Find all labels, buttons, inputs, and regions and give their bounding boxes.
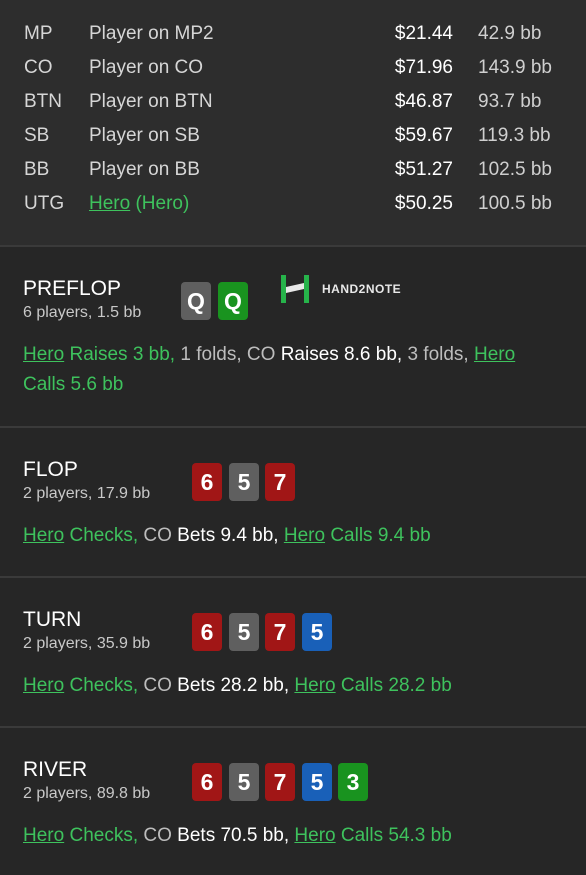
- action-text: Bets 70.5 bb,: [171, 825, 290, 846]
- player-row-sb: SB Player on SB $59.67 119.3 bb: [0, 122, 586, 156]
- player-stack-bb: 102.5 bb: [478, 159, 552, 180]
- player-row-btn: BTN Player on BTN $46.87 93.7 bb: [0, 88, 586, 122]
- street-subtitle: 2 players, 17.9 bb: [23, 485, 151, 502]
- street-actions: Hero Checks, CO Bets 28.2 bb, Hero Calls…: [23, 671, 563, 701]
- player-stack-bb: 100.5 bb: [478, 193, 552, 214]
- street-river: RIVER 2 players, 89.8 bb 6 5 7 5 3 Hero …: [0, 728, 586, 873]
- card-7: 7: [265, 463, 295, 501]
- street-actions: Hero Raises 3 bb, 1 folds, CO Raises 8.6…: [23, 340, 563, 400]
- player-position: BB: [24, 159, 50, 180]
- card-q: Q: [218, 282, 248, 320]
- player-name: Player on BTN: [89, 91, 213, 112]
- hero-suffix: (Hero): [130, 193, 190, 214]
- action-text: Raises 8.6 bb,: [275, 344, 403, 365]
- card-5: 5: [229, 463, 259, 501]
- street-actions: Hero Checks, CO Bets 70.5 bb, Hero Calls…: [23, 821, 563, 851]
- player-name: Player on CO: [89, 57, 204, 78]
- player-stack: $21.44: [394, 23, 453, 44]
- player-stack: $51.27: [394, 159, 453, 180]
- player-name: Player on BB: [89, 159, 200, 180]
- street-title: FLOP: [23, 458, 78, 481]
- street-actions: Hero Checks, CO Bets 9.4 bb, Hero Calls …: [23, 521, 563, 551]
- street-title: TURN: [23, 608, 82, 631]
- player-row-bb: BB Player on BB $51.27 102.5 bb: [0, 156, 586, 190]
- action-text: Checks,: [64, 675, 139, 696]
- hero-link[interactable]: Hero: [294, 825, 335, 846]
- player-ref-co: CO: [241, 344, 276, 365]
- hero-link[interactable]: Hero: [23, 675, 64, 696]
- player-stack-bb: 119.3 bb: [478, 125, 551, 146]
- action-text: 3 folds,: [402, 344, 469, 365]
- players-panel: MP Player on MP2 $21.44 42.9 bb CO Playe…: [0, 0, 586, 247]
- player-stack-bb: 143.9 bb: [478, 57, 552, 78]
- player-position: MP: [24, 23, 53, 44]
- card-6: 6: [192, 463, 222, 501]
- hero-link[interactable]: Hero: [474, 344, 515, 365]
- player-row-mp: MP Player on MP2 $21.44 42.9 bb: [0, 20, 586, 54]
- hero-link[interactable]: Hero: [23, 344, 64, 365]
- player-ref-co: CO: [138, 825, 172, 846]
- street-preflop: PREFLOP 6 players, 1.5 bb Q Q HAND2NOTE …: [0, 247, 586, 428]
- player-stack: $50.25: [394, 193, 453, 214]
- hero-link[interactable]: Hero: [294, 675, 335, 696]
- action-text: Bets 28.2 bb,: [171, 675, 290, 696]
- street-turn: TURN 2 players, 35.9 bb 6 5 7 5 Hero Che…: [0, 578, 586, 728]
- player-row-utg-hero: UTG Hero (Hero) $50.25 100.5 bb: [0, 190, 586, 224]
- card-3: 3: [338, 763, 368, 801]
- action-text: 1 folds,: [175, 344, 242, 365]
- street-subtitle: 6 players, 1.5 bb: [23, 304, 142, 321]
- hand2note-logo-icon: [281, 275, 309, 303]
- street-title: PREFLOP: [23, 277, 122, 300]
- player-position: UTG: [24, 193, 65, 214]
- action-text: Calls 5.6 bb: [23, 374, 124, 395]
- player-ref-co: CO: [138, 675, 172, 696]
- player-stack: $59.67: [394, 125, 453, 146]
- street-title: RIVER: [23, 758, 88, 781]
- player-stack: $71.96: [394, 57, 453, 78]
- player-stack-bb: 93.7 bb: [478, 91, 542, 112]
- player-name: Player on SB: [89, 125, 200, 146]
- player-stack: $46.87: [394, 91, 453, 112]
- street-subtitle: 2 players, 89.8 bb: [23, 785, 151, 802]
- card-5: 5: [229, 613, 259, 651]
- hero-link[interactable]: Hero: [23, 825, 64, 846]
- card-7: 7: [265, 763, 295, 801]
- player-position: CO: [24, 57, 53, 78]
- player-name: Player on MP2: [89, 23, 214, 44]
- action-text: Calls 9.4 bb: [325, 525, 431, 546]
- hero-link[interactable]: Hero: [89, 193, 130, 214]
- street-subtitle: 2 players, 35.9 bb: [23, 635, 151, 652]
- player-position: SB: [24, 125, 50, 146]
- action-text: Checks,: [64, 825, 139, 846]
- player-name-hero: Hero (Hero): [89, 190, 189, 218]
- player-row-co: CO Player on CO $71.96 143.9 bb: [0, 54, 586, 88]
- card-5: 5: [302, 613, 332, 651]
- action-text: Raises 3 bb,: [64, 344, 176, 365]
- street-flop: FLOP 2 players, 17.9 bb 6 5 7 Hero Check…: [0, 428, 586, 578]
- card-6: 6: [192, 613, 222, 651]
- player-position: BTN: [24, 91, 62, 112]
- action-text: Calls 28.2 bb: [335, 675, 452, 696]
- card-7: 7: [265, 613, 295, 651]
- card-5: 5: [302, 763, 332, 801]
- hero-link[interactable]: Hero: [23, 525, 64, 546]
- player-ref-co: CO: [138, 525, 172, 546]
- action-text: Calls 54.3 bb: [335, 825, 452, 846]
- card-q: Q: [181, 282, 211, 320]
- action-text: Bets 9.4 bb,: [171, 525, 279, 546]
- card-6: 6: [192, 763, 222, 801]
- player-stack-bb: 42.9 bb: [478, 23, 542, 44]
- card-5: 5: [229, 763, 259, 801]
- action-text: Checks,: [64, 525, 139, 546]
- hero-link[interactable]: Hero: [284, 525, 325, 546]
- hand2note-logo-text: HAND2NOTE: [322, 282, 402, 296]
